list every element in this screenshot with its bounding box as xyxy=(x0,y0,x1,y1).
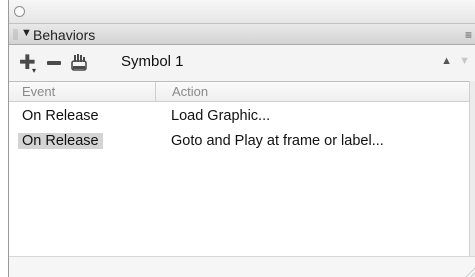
table-row[interactable]: On Release Load Graphic... xyxy=(9,106,469,128)
collapse-arrow-icon[interactable]: ▼ xyxy=(21,27,32,39)
minus-icon xyxy=(47,61,61,65)
event-cell[interactable]: On Release xyxy=(22,108,99,124)
window-titlebar[interactable] xyxy=(9,0,475,24)
dropdown-arrow-icon: ▾ xyxy=(32,66,37,75)
action-cell[interactable]: Load Graphic... xyxy=(171,108,270,124)
behaviors-panel: ▼ Behaviors ≡ ✚ ▾ Symbol 1 ▲ ▼ Event Act… xyxy=(8,0,475,277)
panel-title: Behaviors xyxy=(33,27,96,43)
behaviors-table: Event Action On Release Load Graphic... … xyxy=(9,81,469,256)
move-up-icon[interactable]: ▲ xyxy=(441,55,452,67)
column-header-event[interactable]: Event xyxy=(9,82,156,102)
symbol-name-label: Symbol 1 xyxy=(121,53,184,70)
panel-header[interactable]: ▼ Behaviors ≡ xyxy=(9,24,475,45)
panel-options-icon[interactable]: ≡ xyxy=(465,28,472,42)
column-header-action[interactable]: Action xyxy=(156,82,469,102)
hand-icon xyxy=(71,54,87,71)
event-cell[interactable]: On Release xyxy=(18,133,103,149)
add-behavior-button[interactable]: ✚ ▾ xyxy=(17,52,39,75)
vertical-scrollbar[interactable] xyxy=(469,81,475,256)
action-cell[interactable]: Goto and Play at frame or label... xyxy=(171,133,384,149)
behaviors-toolbar: ✚ ▾ Symbol 1 ▲ ▼ xyxy=(9,45,475,81)
move-down-icon[interactable]: ▼ xyxy=(459,55,470,67)
hand-icon-button[interactable] xyxy=(69,52,91,74)
resize-handle-icon[interactable] xyxy=(464,265,475,277)
panel-footer xyxy=(9,256,475,277)
table-row-selected[interactable]: On Release Goto and Play at frame or lab… xyxy=(9,131,469,153)
remove-behavior-button[interactable] xyxy=(43,52,65,74)
drag-grip-icon[interactable] xyxy=(13,29,18,40)
window-close-button[interactable] xyxy=(14,6,25,17)
